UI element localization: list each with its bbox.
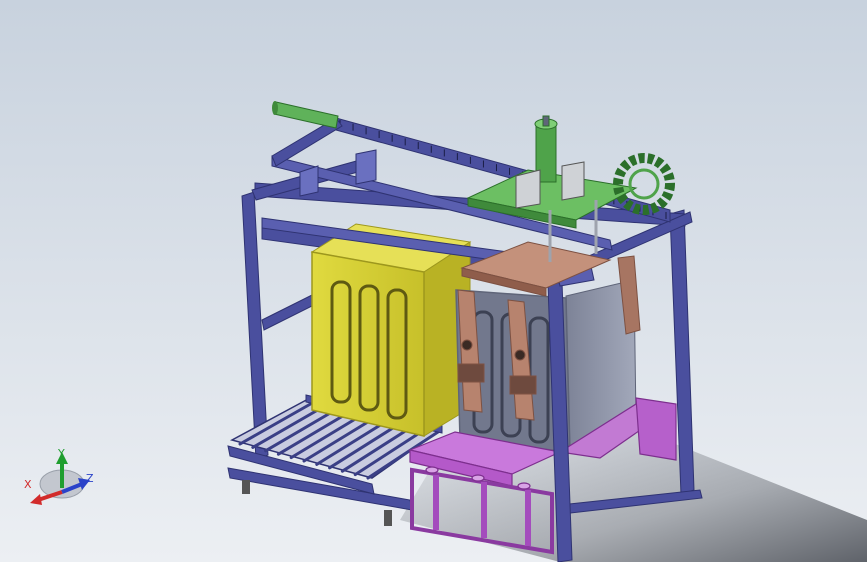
lift-table-side[interactable]	[635, 397, 677, 461]
bag-unpacking-machine-model[interactable]: Y X Z	[0, 0, 867, 562]
gripper-bolt-right	[514, 349, 526, 361]
coordinate-triad: Y X Z	[24, 447, 94, 505]
gripper-bolt-left	[461, 339, 473, 351]
vertical-cylinder-rod	[542, 115, 550, 127]
trolley-bracket-2	[561, 161, 585, 201]
horizontal-cylinder[interactable]	[272, 101, 339, 129]
gripper-clamp-right[interactable]	[509, 375, 537, 395]
triad-x-label: X	[24, 478, 32, 491]
trolley-bracket-1	[515, 169, 541, 209]
conveyor-foot-left	[242, 480, 250, 494]
cable-chain-inner	[628, 168, 660, 200]
triad-z-label: Z	[86, 472, 94, 485]
horizontal-cylinder-cap	[272, 101, 278, 115]
conveyor-foot-right	[384, 510, 392, 526]
horizontal-cylinder-body[interactable]	[273, 101, 339, 129]
triad-y-label: Y	[57, 447, 65, 460]
3d-model-viewport[interactable]: Y X Z	[0, 0, 867, 562]
triad-x-arrow	[30, 494, 42, 505]
yellow-bulk-bag[interactable]	[310, 223, 472, 437]
gripper-clamp-left[interactable]	[457, 363, 485, 383]
gantry-bracket-mid	[355, 149, 377, 185]
